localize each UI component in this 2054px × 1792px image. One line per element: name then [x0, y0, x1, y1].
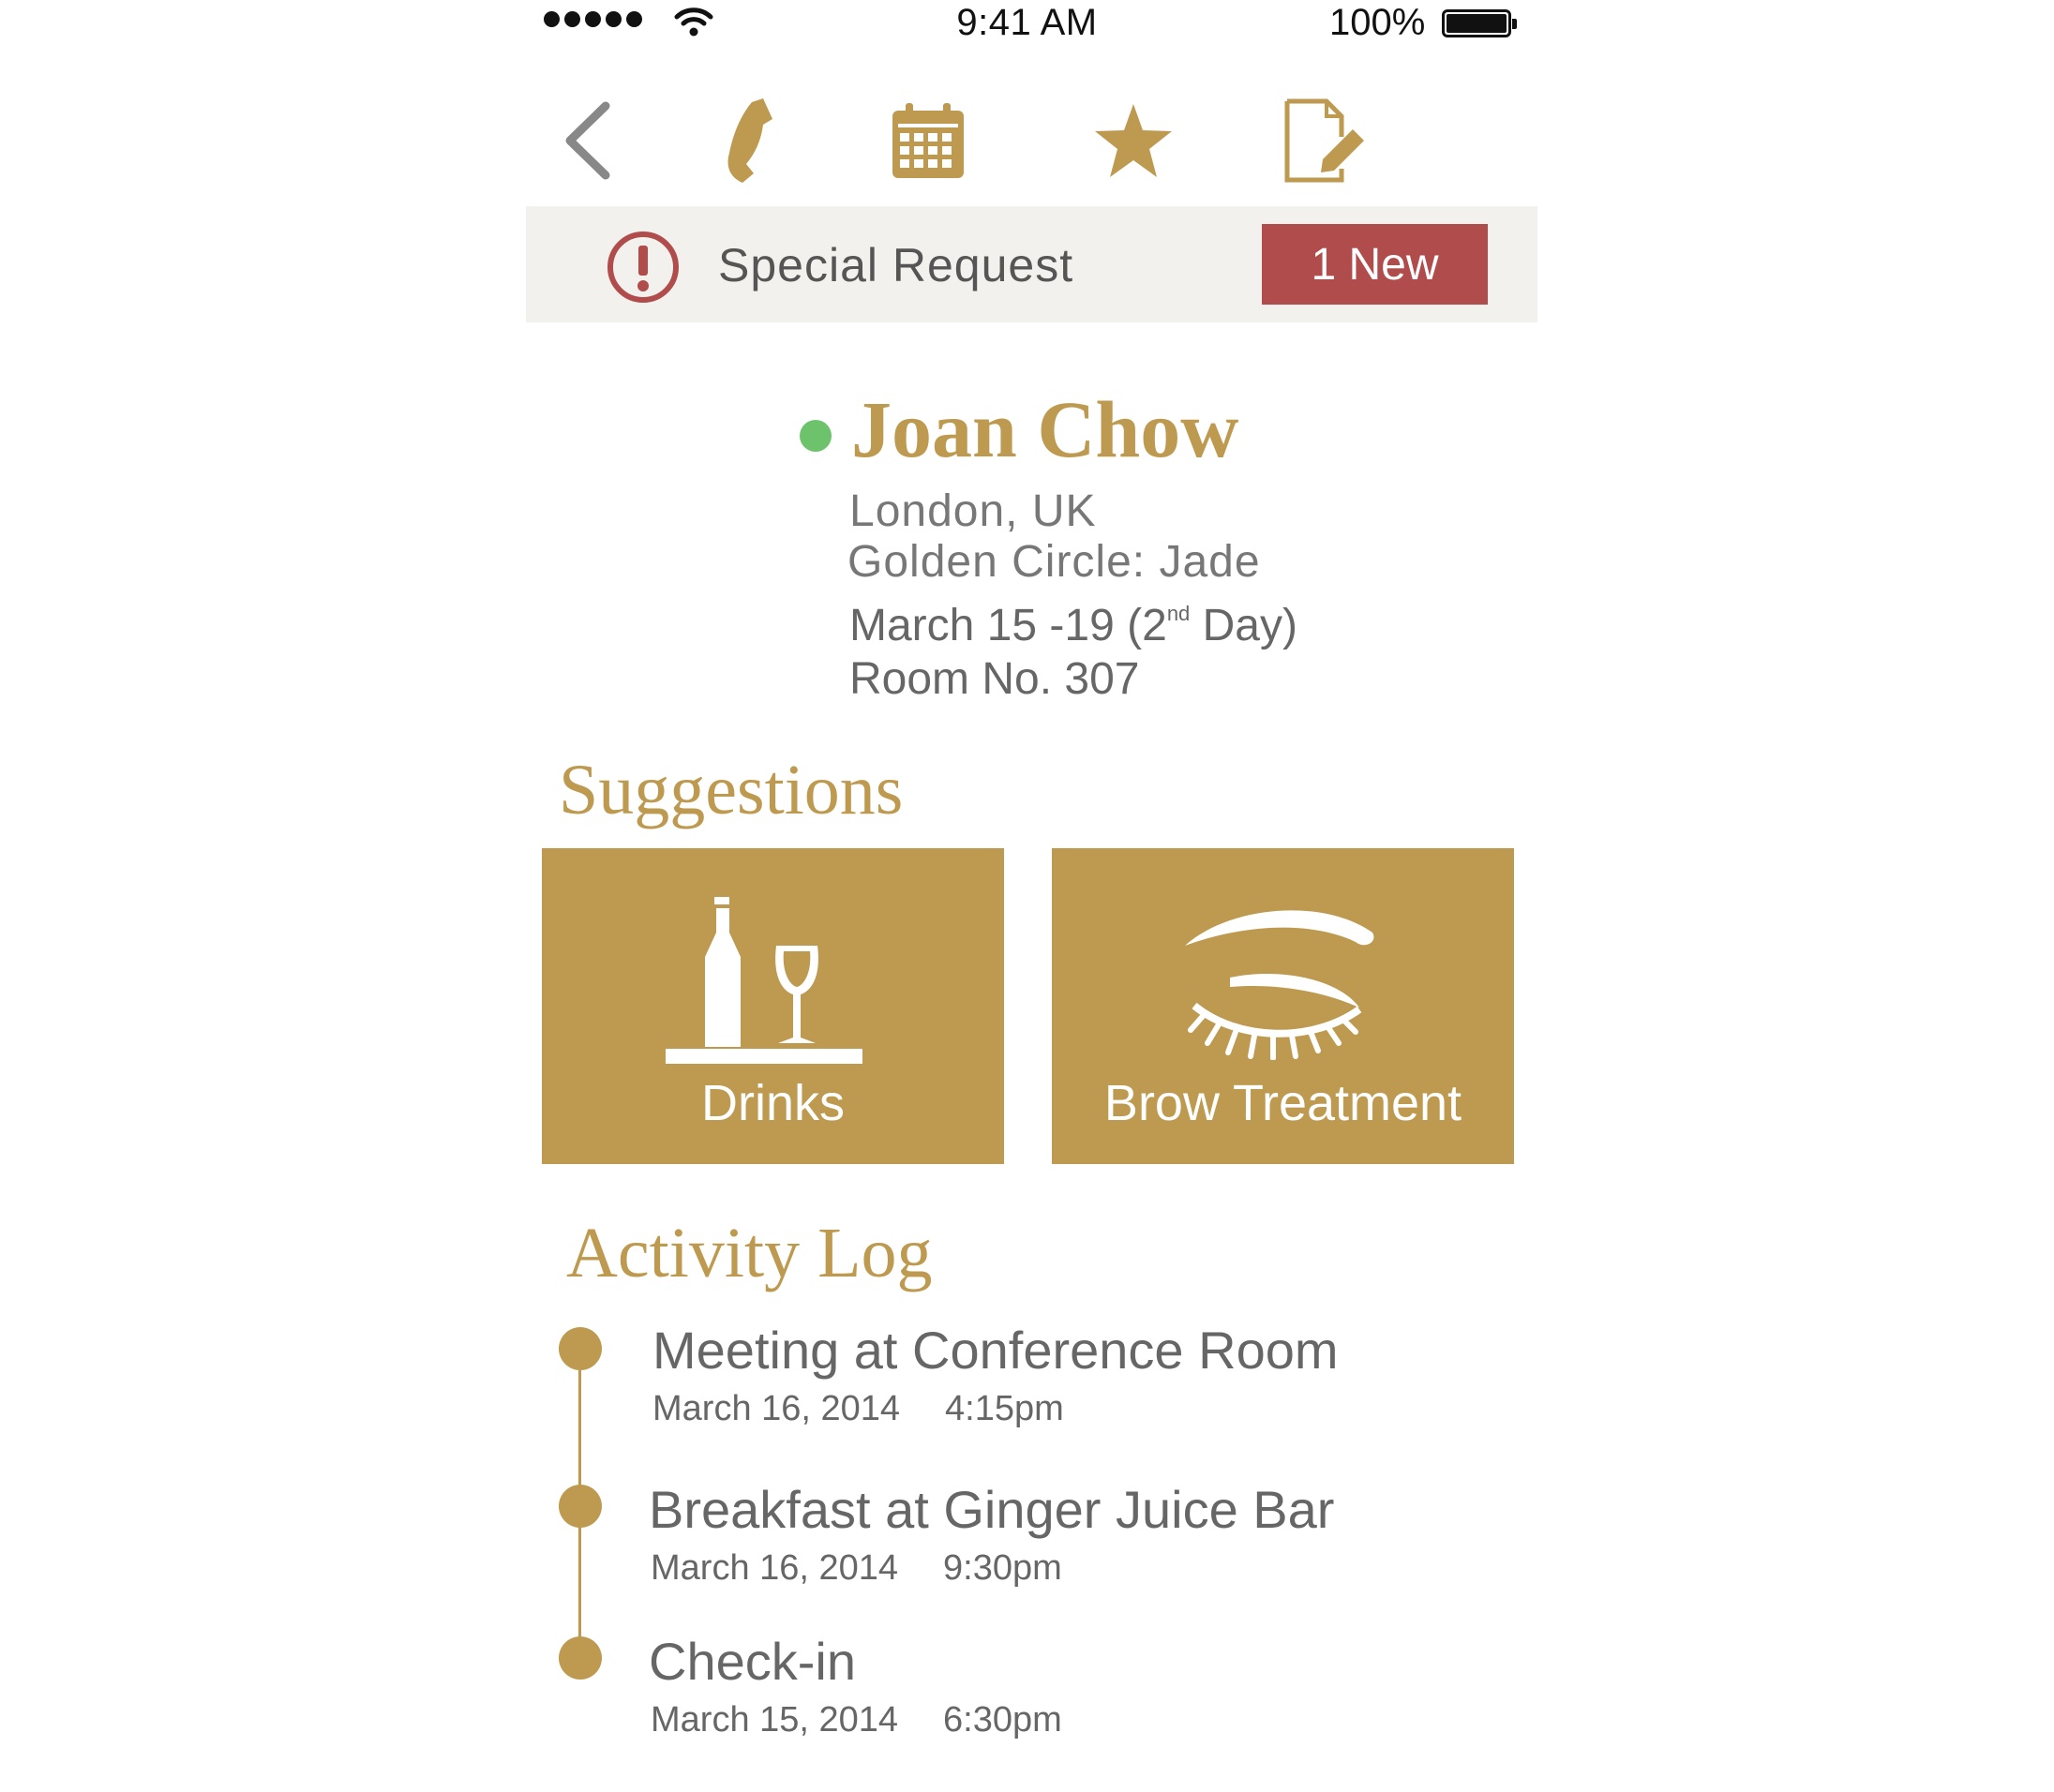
- online-status-indicator: [800, 420, 832, 452]
- activity-item-date: March 16, 2014: [652, 1389, 901, 1428]
- battery-percent: 100%: [1329, 2, 1426, 43]
- alert-icon: [607, 231, 679, 303]
- status-time: 9:41 AM: [956, 2, 1098, 43]
- calendar-button[interactable]: [891, 94, 966, 187]
- activity-item-date: March 15, 2014: [651, 1700, 899, 1740]
- edit-note-button[interactable]: [1281, 94, 1371, 187]
- activity-item-time: 9:30pm: [943, 1548, 1062, 1588]
- activity-item-date: March 16, 2014: [651, 1548, 899, 1588]
- back-chevron-icon: [565, 101, 610, 180]
- timeline-dot: [559, 1485, 602, 1528]
- eye-brow-icon: [1185, 910, 1374, 1060]
- star-icon: [1095, 104, 1172, 177]
- suggestion-brow-treatment-label: Brow Treatment: [1103, 1075, 1462, 1131]
- activity-item-time: 4:15pm: [945, 1389, 1064, 1428]
- activity-item-title[interactable]: Breakfast at Ginger Juice Bar: [649, 1479, 1334, 1540]
- suggestion-drinks-label: Drinks: [700, 1075, 845, 1131]
- timeline-dot: [559, 1636, 602, 1680]
- timeline-dot: [559, 1327, 602, 1370]
- activity-item-time: 6:30pm: [943, 1700, 1062, 1740]
- edit-note-icon: [1284, 98, 1364, 183]
- stay-dates: March 15 -19 (2nd Day): [849, 601, 1297, 650]
- suggestions-heading: Suggestions: [559, 751, 904, 829]
- back-button[interactable]: [551, 94, 622, 187]
- guest-location: London, UK: [849, 486, 1097, 536]
- drinks-icon: [666, 897, 862, 1064]
- call-button[interactable]: [712, 94, 787, 187]
- suggestion-brow-treatment-tile[interactable]: Brow Treatment: [1052, 848, 1514, 1164]
- battery-icon: [1442, 9, 1517, 37]
- favorite-button[interactable]: [1091, 94, 1176, 187]
- suggestion-drinks-tile[interactable]: Drinks: [542, 848, 1004, 1164]
- guest-name: Joan Chow: [851, 384, 1239, 474]
- phone-icon: [727, 98, 772, 183]
- activity-item-title[interactable]: Check-in: [649, 1631, 856, 1692]
- room-number: Room No. 307: [849, 654, 1140, 704]
- special-request-label: Special Request: [718, 239, 1074, 291]
- activity-log-heading: Activity Log: [566, 1214, 933, 1292]
- status-bar: 9:41 AM 100%: [0, 0, 2054, 52]
- calendar-icon: [892, 103, 964, 178]
- activity-item-title[interactable]: Meeting at Conference Room: [652, 1320, 1339, 1381]
- new-request-badge-button[interactable]: 1 New: [1262, 224, 1488, 305]
- guest-tier: Golden Circle: Jade: [847, 537, 1261, 587]
